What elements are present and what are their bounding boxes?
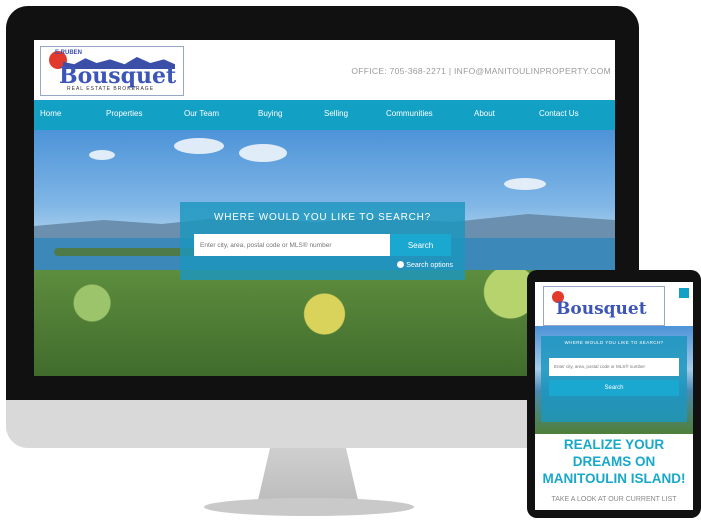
logo-small-text: E.RUBEN bbox=[55, 50, 83, 56]
search-title: WHERE WOULD YOU LIKE TO SEARCH? bbox=[213, 212, 432, 223]
hamburger-menu-icon[interactable] bbox=[679, 288, 689, 298]
nav-item-our-team[interactable]: Our Team bbox=[184, 109, 219, 118]
search-input[interactable] bbox=[194, 234, 390, 256]
search-panel: WHERE WOULD YOU LIKE TO SEARCH? Search S… bbox=[180, 202, 465, 280]
nav-item-communities[interactable]: Communities bbox=[386, 109, 433, 118]
contact-info: OFFICE: 705-368-2271 | INFO@MANITOULINPR… bbox=[351, 66, 611, 76]
cloud bbox=[504, 178, 546, 190]
cloud bbox=[174, 138, 224, 154]
gear-icon bbox=[397, 261, 405, 268]
search-options-label: Search options bbox=[406, 262, 453, 269]
brand-logo[interactable]: E.RUBEN Bousquet REAL ESTATE BROKERAGE bbox=[40, 46, 184, 96]
nav-item-contact-us[interactable]: Contact Us bbox=[539, 109, 579, 118]
monitor-neck bbox=[258, 448, 358, 500]
nav-item-selling[interactable]: Selling bbox=[324, 109, 348, 118]
search-options-link[interactable]: Search options bbox=[397, 261, 453, 269]
monitor-stand-base bbox=[204, 498, 414, 516]
tablet-tagline: TAKE A LOOK AT OUR CURRENT LIST bbox=[551, 496, 677, 503]
tablet-headline: REALIZE YOUR DREAMS ON MANITOULIN ISLAND… bbox=[542, 437, 686, 486]
cloud bbox=[89, 150, 115, 160]
tablet-hero: WHERE WOULD YOU LIKE TO SEARCH? Enter ci… bbox=[535, 326, 693, 434]
tablet-search-panel: WHERE WOULD YOU LIKE TO SEARCH? Enter ci… bbox=[541, 336, 687, 422]
tablet-header: Bousquet bbox=[535, 282, 693, 326]
search-button[interactable]: Search bbox=[390, 234, 451, 256]
nav-item-properties[interactable]: Properties bbox=[106, 109, 142, 118]
tablet-logo-name: Bousquet bbox=[556, 299, 647, 319]
site-header: E.RUBEN Bousquet REAL ESTATE BROKERAGE O… bbox=[34, 40, 615, 100]
tablet-brand-logo[interactable]: Bousquet bbox=[543, 286, 665, 326]
nav-item-home[interactable]: Home bbox=[40, 109, 61, 118]
tablet-search-button[interactable]: Search bbox=[549, 380, 679, 396]
tablet-search-title: WHERE WOULD YOU LIKE TO SEARCH? bbox=[564, 340, 664, 345]
tablet-device: Bousquet WHERE WOULD YOU LIKE TO SEARCH?… bbox=[527, 270, 701, 518]
nav-item-about[interactable]: About bbox=[474, 109, 495, 118]
tablet-screen: Bousquet WHERE WOULD YOU LIKE TO SEARCH?… bbox=[535, 282, 693, 510]
nav-item-buying[interactable]: Buying bbox=[258, 109, 282, 118]
tablet-search-input[interactable]: Enter city, area, postal code or MLS® nu… bbox=[549, 358, 679, 376]
cloud bbox=[239, 144, 287, 162]
logo-subtitle: REAL ESTATE BROKERAGE bbox=[67, 86, 155, 92]
main-nav: Home Properties Our Team Buying Selling … bbox=[34, 100, 615, 130]
